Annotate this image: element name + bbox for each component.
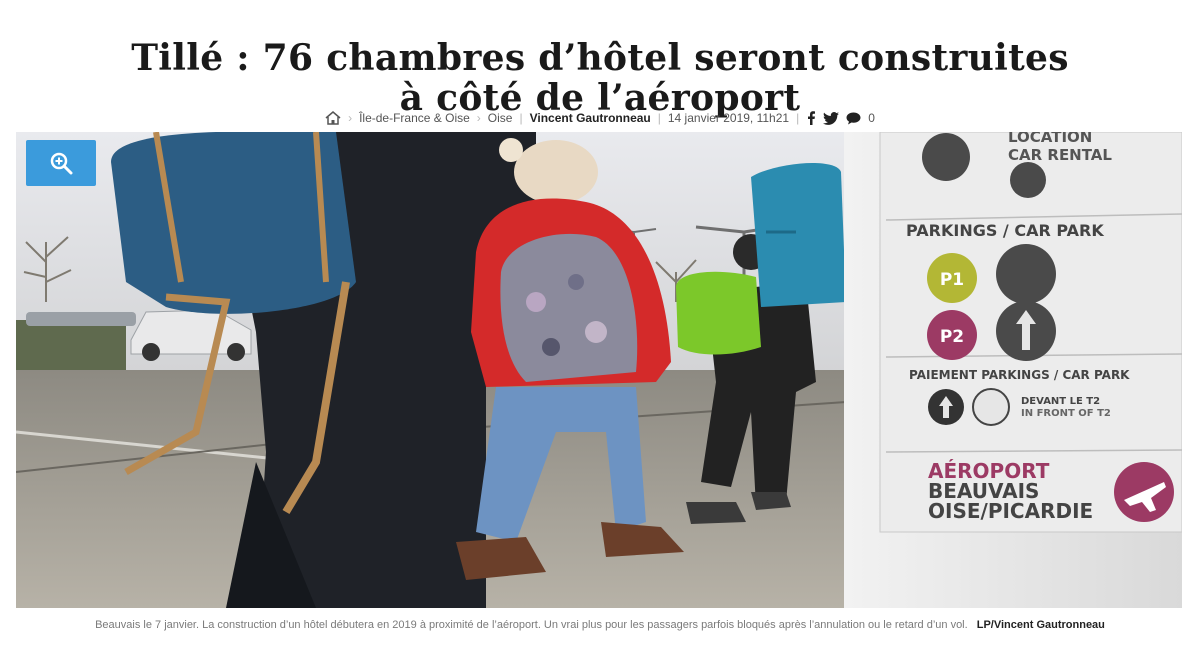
home-icon[interactable] bbox=[325, 111, 341, 125]
sign-car-rental: CAR RENTAL bbox=[1008, 146, 1112, 164]
author-link[interactable]: Vincent Gautronneau bbox=[530, 111, 651, 125]
zoom-in-icon bbox=[49, 151, 73, 175]
sign-p1: P1 bbox=[940, 270, 964, 290]
breadcrumb-separator: › bbox=[476, 111, 481, 125]
twitter-icon[interactable] bbox=[823, 111, 840, 125]
meta-divider: | bbox=[657, 111, 661, 125]
photo-caption: Beauvais le 7 janvier. La construction d… bbox=[40, 618, 1160, 633]
article-headline: Tillé : 76 chambres d’hôtel seront const… bbox=[0, 38, 1200, 118]
article-meta-bar: › Île-de-France & Oise › Oise | Vincent … bbox=[0, 108, 1200, 128]
meta-divider: | bbox=[796, 111, 800, 125]
publish-date: 14 janvier 2019, 11h21 bbox=[667, 111, 790, 125]
sign-paiement: PAIEMENT PARKINGS / CAR PARK bbox=[909, 368, 1130, 382]
photo-credit: LP/Vincent Gautronneau bbox=[976, 619, 1105, 631]
sign-devant: DEVANT LE T2 bbox=[1021, 396, 1100, 407]
caption-text: Beauvais le 7 janvier. La construction d… bbox=[95, 619, 968, 631]
headline-line-1: Tillé : 76 chambres d’hôtel seront const… bbox=[131, 37, 1069, 80]
meta-divider: | bbox=[519, 111, 523, 125]
breadcrumb-ile-de-france[interactable]: Île-de-France & Oise bbox=[359, 111, 470, 125]
sign-location-label: LOCATION bbox=[1008, 132, 1092, 146]
facebook-icon[interactable] bbox=[806, 111, 816, 125]
sign-airport-3: OISE/PICARDIE bbox=[928, 499, 1093, 523]
sign-parkings-title: PARKINGS / CAR PARK bbox=[906, 221, 1104, 240]
sign-p2: P2 bbox=[940, 327, 964, 347]
breadcrumb-separator: › bbox=[348, 111, 353, 125]
comment-icon[interactable] bbox=[846, 112, 861, 125]
comment-count[interactable]: 0 bbox=[868, 111, 875, 125]
article-photo[interactable]: LOCATION CAR RENTAL PARKINGS / CAR PARK … bbox=[16, 132, 1182, 608]
airport-sign: LOCATION CAR RENTAL PARKINGS / CAR PARK … bbox=[844, 132, 1182, 608]
zoom-button[interactable] bbox=[26, 140, 96, 186]
sign-in-front: IN FRONT OF T2 bbox=[1021, 408, 1111, 419]
airport-scene-illustration: LOCATION CAR RENTAL PARKINGS / CAR PARK … bbox=[16, 132, 1182, 608]
breadcrumb-oise[interactable]: Oise bbox=[488, 111, 513, 125]
